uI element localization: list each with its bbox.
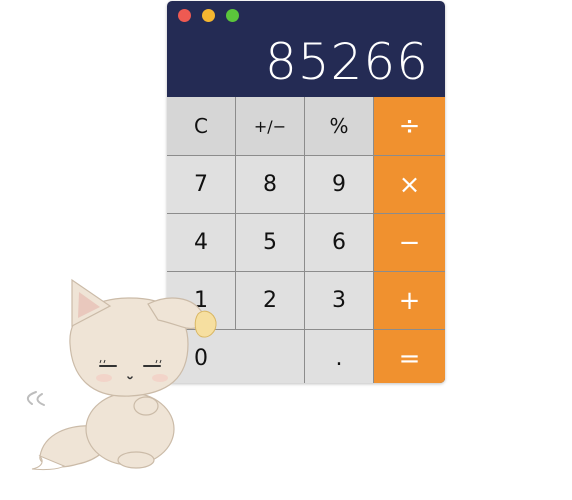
digit-2-button[interactable]: 2 [236,272,305,329]
digit-6-button[interactable]: 6 [305,214,374,271]
result-display: 85266 [264,33,429,91]
digit-9-button[interactable]: 9 [305,156,374,213]
percent-button[interactable]: % [305,97,374,155]
clear-button[interactable]: C [167,97,236,155]
sign-toggle-button[interactable]: +/− [236,97,305,155]
digit-8-button[interactable]: 8 [236,156,305,213]
divide-button[interactable]: ÷ [374,97,445,155]
digit-5-button[interactable]: 5 [236,214,305,271]
digit-3-button[interactable]: 3 [305,272,374,329]
title-bar[interactable] [167,1,445,27]
maximize-window-button[interactable] [226,9,239,22]
equals-button[interactable]: = [374,330,445,383]
minimize-window-button[interactable] [202,9,215,22]
sign-toggle-label: +/− [253,116,287,136]
pet-mascot-icon[interactable] [18,274,228,479]
digit-4-button[interactable]: 4 [167,214,236,271]
decimal-button[interactable]: . [305,330,374,383]
digit-7-button[interactable]: 7 [167,156,236,213]
add-button[interactable]: + [374,272,445,329]
desktop: 85266 C +/− % ÷ 7 8 9 × 4 5 6 − 1 2 3 + … [0,0,572,500]
multiply-button[interactable]: × [374,156,445,213]
subtract-button[interactable]: − [374,214,445,271]
close-window-button[interactable] [178,9,191,22]
